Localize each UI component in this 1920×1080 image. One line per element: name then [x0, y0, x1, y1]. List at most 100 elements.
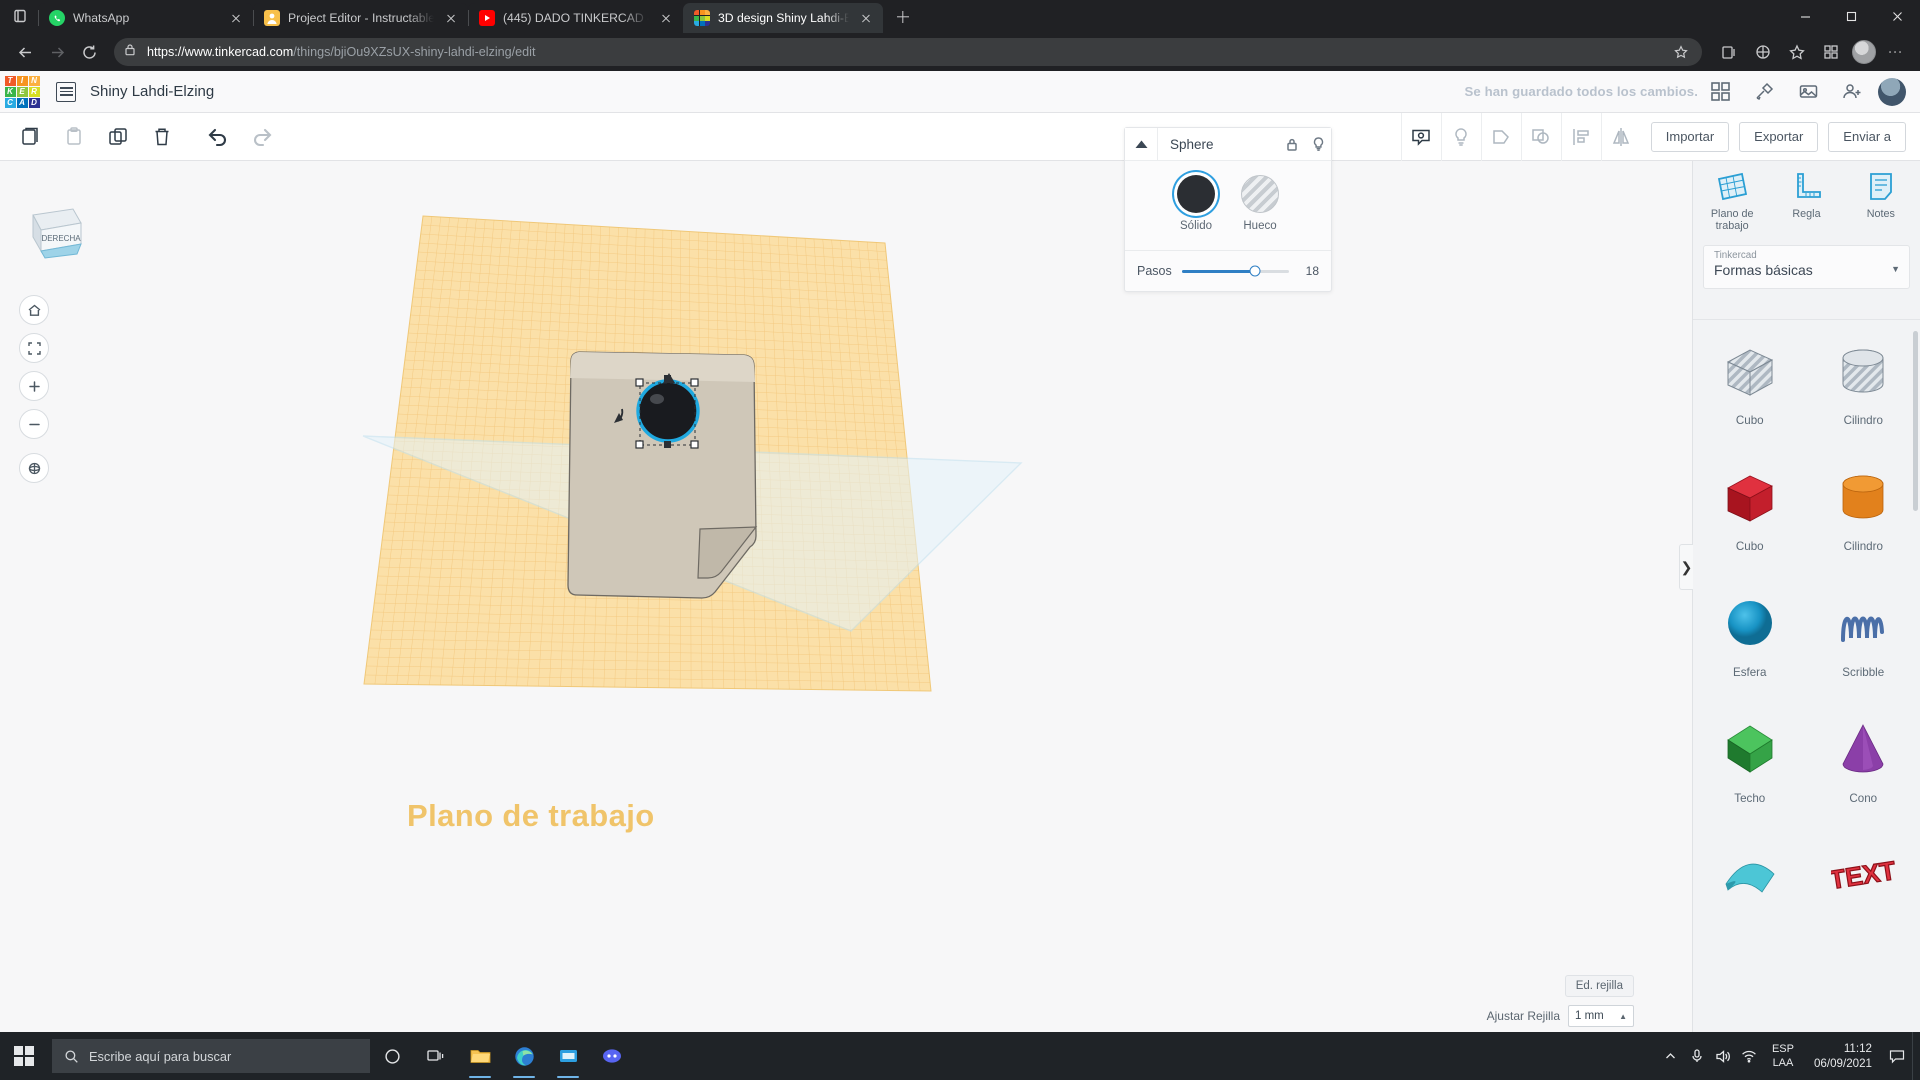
- undo-icon[interactable]: [198, 117, 238, 157]
- shape-item[interactable]: [1693, 824, 1807, 950]
- cortana-icon[interactable]: [370, 1032, 414, 1080]
- fill-mode-hole[interactable]: Hueco: [1241, 175, 1279, 232]
- shape-label: Cubo: [1735, 414, 1764, 427]
- close-icon[interactable]: [1874, 0, 1920, 33]
- browser-tab-instructables[interactable]: Project Editor - Instructables: [253, 3, 468, 33]
- shape-item[interactable]: Cilindro: [1807, 446, 1920, 572]
- shape-grid-wrapper[interactable]: Cubo Cilindro Cubo Cilindro Esfera Scrib…: [1693, 319, 1920, 1035]
- shape-label: Techo: [1734, 792, 1766, 805]
- favorites-bar-icon[interactable]: [1782, 37, 1812, 67]
- microphone-icon[interactable]: [1684, 1032, 1710, 1080]
- browser-tab-youtube[interactable]: (445) DADO TINKERCAD - YouTu: [468, 3, 683, 33]
- steps-slider-knob[interactable]: [1249, 265, 1261, 277]
- copy-icon[interactable]: [10, 117, 50, 157]
- shape-item[interactable]: Cubo: [1693, 446, 1807, 572]
- shape-item[interactable]: Cono: [1807, 698, 1920, 824]
- design-canvas[interactable]: DERECHA Plano de trabajo Ed. rejilla Aju…: [0, 161, 1640, 1035]
- whatsapp-icon: [49, 10, 65, 26]
- task-view-icon[interactable]: [414, 1032, 458, 1080]
- sidebar-collapse-handle[interactable]: ❯: [1679, 544, 1693, 590]
- wifi-icon[interactable]: [1736, 1032, 1762, 1080]
- chevron-up-icon[interactable]: [1658, 1032, 1684, 1080]
- apps-grid-icon[interactable]: [1698, 71, 1742, 113]
- shape-library-dropdown[interactable]: Tinkercad Formas básicas ▼: [1703, 244, 1910, 289]
- collapse-triangle-icon[interactable]: [1125, 128, 1157, 161]
- edit-grid-button[interactable]: Ed. rejilla: [1564, 975, 1634, 997]
- zoom-in-icon[interactable]: [19, 371, 49, 401]
- fit-view-icon[interactable]: [19, 333, 49, 363]
- redo-icon[interactable]: [242, 117, 282, 157]
- browser-tab-whatsapp[interactable]: WhatsApp: [38, 3, 253, 33]
- action-center-icon[interactable]: [1882, 1032, 1912, 1080]
- align-icon[interactable]: [1560, 112, 1601, 161]
- tools-icon[interactable]: [1742, 71, 1786, 113]
- import-button[interactable]: Importar: [1650, 121, 1730, 152]
- lock-icon[interactable]: [1279, 128, 1305, 161]
- close-icon[interactable]: [857, 9, 875, 27]
- snap-grid-select[interactable]: 1 mm ▲: [1568, 1005, 1634, 1027]
- address-bar[interactable]: https://www.tinkercad.com/things/bjiOu9X…: [114, 38, 1702, 66]
- avatar[interactable]: [1878, 77, 1906, 106]
- new-tab-button[interactable]: [889, 3, 917, 31]
- maximize-icon[interactable]: [1828, 0, 1874, 33]
- close-icon[interactable]: [227, 9, 245, 27]
- avatar[interactable]: [1852, 40, 1876, 64]
- search-input[interactable]: Escribe aquí para buscar: [52, 1039, 370, 1073]
- close-icon[interactable]: [657, 9, 675, 27]
- favorite-star-icon[interactable]: [1670, 41, 1692, 63]
- store-icon[interactable]: [546, 1032, 590, 1080]
- volume-icon[interactable]: [1710, 1032, 1736, 1080]
- settings-more-icon[interactable]: [1880, 37, 1910, 67]
- shape-item[interactable]: Cilindro: [1807, 320, 1920, 446]
- edge-icon[interactable]: [502, 1032, 546, 1080]
- hole-swatch[interactable]: [1241, 175, 1279, 213]
- shapes-overlap-icon[interactable]: [1520, 112, 1561, 161]
- discord-icon[interactable]: [590, 1032, 634, 1080]
- shape-icon[interactable]: [1480, 112, 1521, 161]
- collections-icon[interactable]: [1714, 37, 1744, 67]
- home-view-icon[interactable]: [19, 295, 49, 325]
- shape-item[interactable]: Scribble: [1807, 572, 1920, 698]
- zoom-out-icon[interactable]: [19, 409, 49, 439]
- extensions-icon[interactable]: [1816, 37, 1846, 67]
- delete-icon[interactable]: [142, 117, 182, 157]
- shape-item[interactable]: Cubo: [1693, 320, 1807, 446]
- reload-icon[interactable]: [74, 37, 104, 67]
- gallery-icon[interactable]: [1786, 71, 1830, 113]
- orbit-icon[interactable]: [19, 453, 49, 483]
- mirror-icon[interactable]: [1600, 112, 1641, 161]
- tinkercad-logo-icon[interactable]: TIN KER CAD: [0, 71, 44, 113]
- tool-notes[interactable]: Notes: [1844, 171, 1918, 233]
- close-icon[interactable]: [442, 9, 460, 27]
- send-to-button[interactable]: Enviar a: [1828, 121, 1906, 152]
- shape-item[interactable]: TEXT: [1807, 824, 1920, 950]
- comment-view-icon[interactable]: [1400, 112, 1441, 161]
- browser-tab-tinkercad[interactable]: 3D design Shiny Lahdi-Elzing | Ti: [683, 3, 883, 33]
- lightbulb-icon[interactable]: [1305, 128, 1331, 161]
- add-person-icon[interactable]: [1830, 71, 1874, 113]
- solid-swatch[interactable]: [1177, 175, 1215, 213]
- sidebar-scrollbar[interactable]: [1913, 331, 1918, 511]
- show-desktop-button[interactable]: [1912, 1032, 1920, 1080]
- windows-logo-icon[interactable]: [0, 1032, 48, 1080]
- view-cube[interactable]: DERECHA: [25, 203, 87, 265]
- tab-search-icon[interactable]: [6, 2, 34, 30]
- duplicate-icon[interactable]: [98, 117, 138, 157]
- shape-item[interactable]: Techo: [1693, 698, 1807, 824]
- minimize-icon[interactable]: [1782, 0, 1828, 33]
- light-icon[interactable]: [1440, 112, 1481, 161]
- tool-ruler[interactable]: Regla: [1769, 171, 1843, 233]
- clock[interactable]: 11:12 06/09/2021: [1804, 1032, 1882, 1080]
- forward-icon[interactable]: [42, 37, 72, 67]
- browser-essentials-icon[interactable]: [1748, 37, 1778, 67]
- steps-slider[interactable]: [1181, 265, 1289, 277]
- fill-mode-solid[interactable]: Sólido: [1177, 175, 1215, 232]
- file-explorer-icon[interactable]: [458, 1032, 502, 1080]
- tool-workplane[interactable]: Plano de trabajo: [1695, 171, 1769, 233]
- language-indicator[interactable]: ESP LAA: [1762, 1032, 1804, 1080]
- back-icon[interactable]: [10, 37, 40, 67]
- paste-icon[interactable]: [54, 117, 94, 157]
- document-list-icon[interactable]: [56, 81, 76, 102]
- shape-item[interactable]: Esfera: [1693, 572, 1807, 698]
- export-button[interactable]: Exportar: [1739, 121, 1819, 152]
